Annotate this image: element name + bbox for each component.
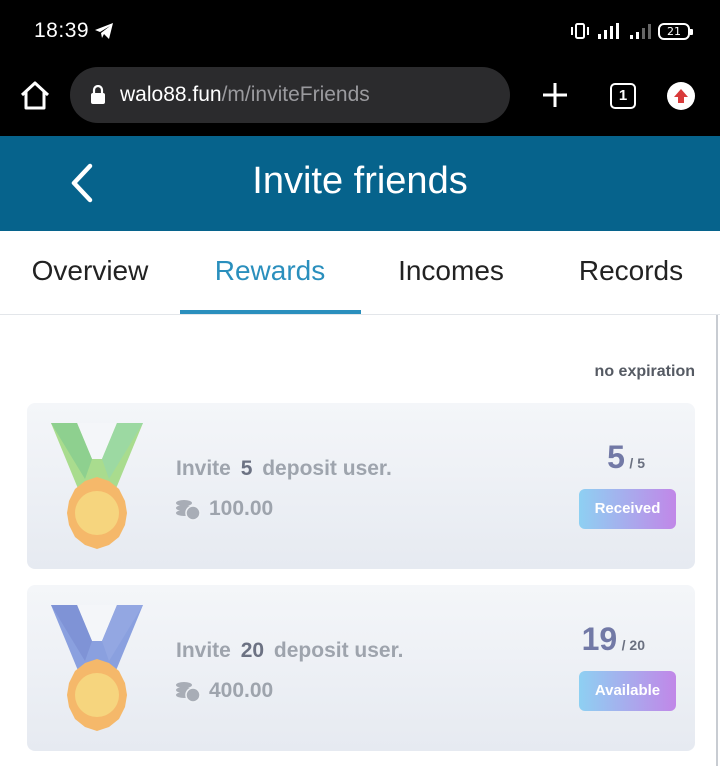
task-prefix: Invite xyxy=(176,457,231,480)
page-title: Invite friends xyxy=(252,160,468,202)
reward-amount-row: 400.00 xyxy=(175,679,273,703)
task-count: 20 xyxy=(240,639,265,662)
status-bar: 18:39 21 xyxy=(0,0,720,62)
home-icon[interactable] xyxy=(18,79,52,113)
progress-current: 19 xyxy=(581,621,618,657)
task-suffix: deposit user. xyxy=(273,639,404,662)
address-bar[interactable]: walo88.fun/m/inviteFriends xyxy=(70,67,510,123)
signal-icon xyxy=(598,23,619,39)
tab-overview[interactable]: Overview xyxy=(0,231,180,315)
url-text: walo88.fun/m/inviteFriends xyxy=(120,83,370,107)
reward-card: Invite 5 deposit user. 100.00 5 / 5 Rece… xyxy=(27,403,695,569)
progress-total: / 5 xyxy=(629,455,645,471)
task-prefix: Invite xyxy=(176,639,231,662)
coins-icon xyxy=(176,500,201,521)
active-tab-indicator xyxy=(180,310,361,314)
tab-records[interactable]: Records xyxy=(541,231,720,315)
scrollbar[interactable] xyxy=(716,315,718,766)
upload-arrow-icon xyxy=(674,89,688,103)
reward-amount: 400.00 xyxy=(209,679,274,702)
rewards-panel: no expiration Invite 5 deposit user. 100… xyxy=(0,315,720,766)
extension-button[interactable] xyxy=(667,82,695,110)
app-header: Invite friends xyxy=(0,136,720,231)
reward-amount: 100.00 xyxy=(209,497,274,520)
url-host: walo88.fun xyxy=(120,83,222,106)
reward-amount-row: 100.00 xyxy=(175,497,273,521)
progress-counter: 19 / 20 xyxy=(582,621,645,658)
signal-2-icon xyxy=(630,24,651,39)
progress-current: 5 xyxy=(607,439,625,475)
battery-icon: 21 xyxy=(658,22,693,40)
browser-toolbar: walo88.fun/m/inviteFriends 1 xyxy=(0,62,720,136)
reward-card: Invite 20 deposit user. 400.00 19 / 20 A… xyxy=(27,585,695,751)
medal-icon xyxy=(51,605,143,731)
available-button[interactable]: Available xyxy=(579,671,676,711)
task-count: 5 xyxy=(240,457,253,480)
task-description: Invite 20 deposit user. xyxy=(176,639,403,663)
task-description: Invite 5 deposit user. xyxy=(176,457,392,481)
status-time: 18:39 xyxy=(34,19,90,42)
task-suffix: deposit user. xyxy=(262,457,392,480)
url-path: /m/inviteFriends xyxy=(221,83,370,106)
progress-total: / 20 xyxy=(621,637,645,653)
medal-icon xyxy=(51,423,143,549)
new-tab-icon[interactable] xyxy=(540,80,570,110)
received-button[interactable]: Received xyxy=(579,489,676,529)
tab-incomes[interactable]: Incomes xyxy=(361,231,541,315)
tab-bar: Overview Rewards Incomes Records xyxy=(0,231,720,315)
lock-icon xyxy=(91,85,105,104)
progress-counter: 5 / 5 xyxy=(607,439,645,476)
tab-switcher-button[interactable]: 1 xyxy=(610,83,636,109)
tab-rewards[interactable]: Rewards xyxy=(180,231,360,315)
status-icons: 21 xyxy=(570,18,693,44)
coins-icon xyxy=(176,682,201,703)
expiry-label: no expiration xyxy=(594,363,695,380)
vibrate-icon xyxy=(571,23,589,39)
telegram-icon xyxy=(95,23,113,39)
